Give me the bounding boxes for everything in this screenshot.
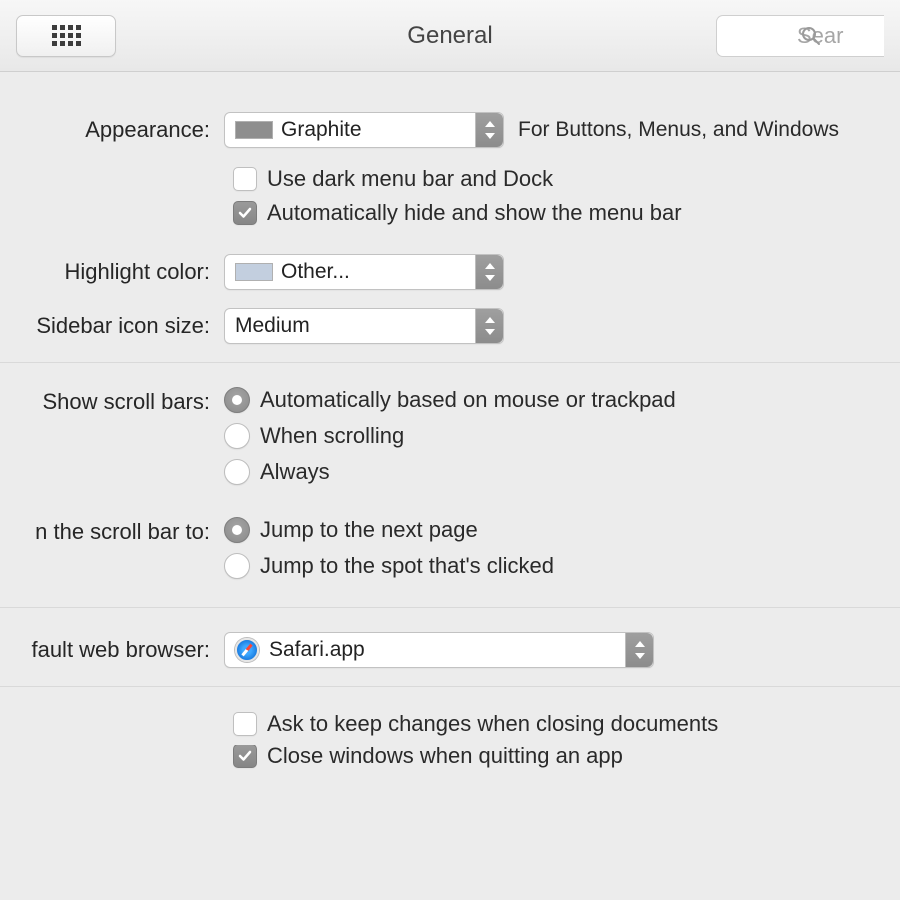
sidebar-size-popup[interactable]: Medium xyxy=(224,308,504,344)
close-windows-checkbox-row[interactable]: Close windows when quitting an app xyxy=(233,745,900,769)
scrollbars-option-auto[interactable]: Automatically based on mouse or trackpad xyxy=(224,387,676,413)
radio-label: Automatically based on mouse or trackpad xyxy=(260,387,676,413)
appearance-swatch xyxy=(235,121,273,139)
scrollbars-option-always[interactable]: Always xyxy=(224,459,330,485)
ask-changes-checkbox-row[interactable]: Ask to keep changes when closing documen… xyxy=(233,711,900,737)
highlight-value: Other... xyxy=(281,260,350,284)
window-title: General xyxy=(407,22,492,50)
chevron-up-down-icon xyxy=(475,255,503,289)
highlight-label: Highlight color: xyxy=(0,259,224,285)
browser-label: fault web browser: xyxy=(0,637,224,663)
browser-value: Safari.app xyxy=(269,638,365,662)
sidebar-size-row: Sidebar icon size: Medium xyxy=(0,308,900,344)
click-scroll-row: n the scroll bar to: Jump to the next pa… xyxy=(0,517,900,589)
search-input[interactable]: Sear xyxy=(716,15,884,57)
chevron-up-down-icon xyxy=(475,113,503,147)
ask-changes-label: Ask to keep changes when closing documen… xyxy=(267,711,718,737)
appearance-row: Appearance: Graphite For Buttons, Menus,… xyxy=(0,112,900,148)
scrollbars-option-when-scrolling[interactable]: When scrolling xyxy=(224,423,404,449)
appearance-label: Appearance: xyxy=(0,117,224,143)
sidebar-size-value: Medium xyxy=(235,314,310,338)
ask-changes-checkbox[interactable] xyxy=(233,712,257,736)
radio-button[interactable] xyxy=(224,387,250,413)
section-divider xyxy=(0,607,900,608)
chevron-up-down-icon xyxy=(625,633,653,667)
preferences-panel: Appearance: Graphite For Buttons, Menus,… xyxy=(0,72,900,781)
scrollbars-label: Show scroll bars: xyxy=(0,387,224,415)
click-scroll-option-next-page[interactable]: Jump to the next page xyxy=(224,517,478,543)
show-all-button[interactable] xyxy=(16,15,116,57)
auto-hide-label: Automatically hide and show the menu bar xyxy=(267,200,682,226)
safari-icon xyxy=(235,638,259,662)
sidebar-size-label: Sidebar icon size: xyxy=(0,313,224,339)
scrollbars-row: Show scroll bars: Automatically based on… xyxy=(0,387,900,495)
dark-menu-label: Use dark menu bar and Dock xyxy=(267,166,553,192)
appearance-note: For Buttons, Menus, and Windows xyxy=(518,118,839,142)
chevron-up-down-icon xyxy=(475,309,503,343)
close-windows-label: Close windows when quitting an app xyxy=(267,745,623,769)
section-divider xyxy=(0,362,900,363)
radio-button[interactable] xyxy=(224,517,250,543)
highlight-swatch xyxy=(235,263,273,281)
auto-hide-checkbox-row[interactable]: Automatically hide and show the menu bar xyxy=(233,200,900,226)
radio-label: When scrolling xyxy=(260,423,404,449)
radio-button[interactable] xyxy=(224,459,250,485)
auto-hide-checkbox[interactable] xyxy=(233,201,257,225)
toolbar: General Sear xyxy=(0,0,900,72)
search-icon xyxy=(801,26,821,46)
dark-menu-checkbox[interactable] xyxy=(233,167,257,191)
grid-icon xyxy=(52,25,81,46)
appearance-value: Graphite xyxy=(281,118,362,142)
radio-label: Jump to the spot that's clicked xyxy=(260,553,554,579)
click-scroll-label: n the scroll bar to: xyxy=(0,517,224,545)
radio-label: Always xyxy=(260,459,330,485)
highlight-popup[interactable]: Other... xyxy=(224,254,504,290)
appearance-popup[interactable]: Graphite xyxy=(224,112,504,148)
highlight-row: Highlight color: Other... xyxy=(0,254,900,290)
section-divider xyxy=(0,686,900,687)
browser-popup[interactable]: Safari.app xyxy=(224,632,654,668)
dark-menu-checkbox-row[interactable]: Use dark menu bar and Dock xyxy=(233,166,900,192)
browser-row: fault web browser: Safari.app xyxy=(0,632,900,668)
click-scroll-option-spot[interactable]: Jump to the spot that's clicked xyxy=(224,553,554,579)
radio-button[interactable] xyxy=(224,553,250,579)
radio-button[interactable] xyxy=(224,423,250,449)
close-windows-checkbox[interactable] xyxy=(233,745,257,768)
radio-label: Jump to the next page xyxy=(260,517,478,543)
